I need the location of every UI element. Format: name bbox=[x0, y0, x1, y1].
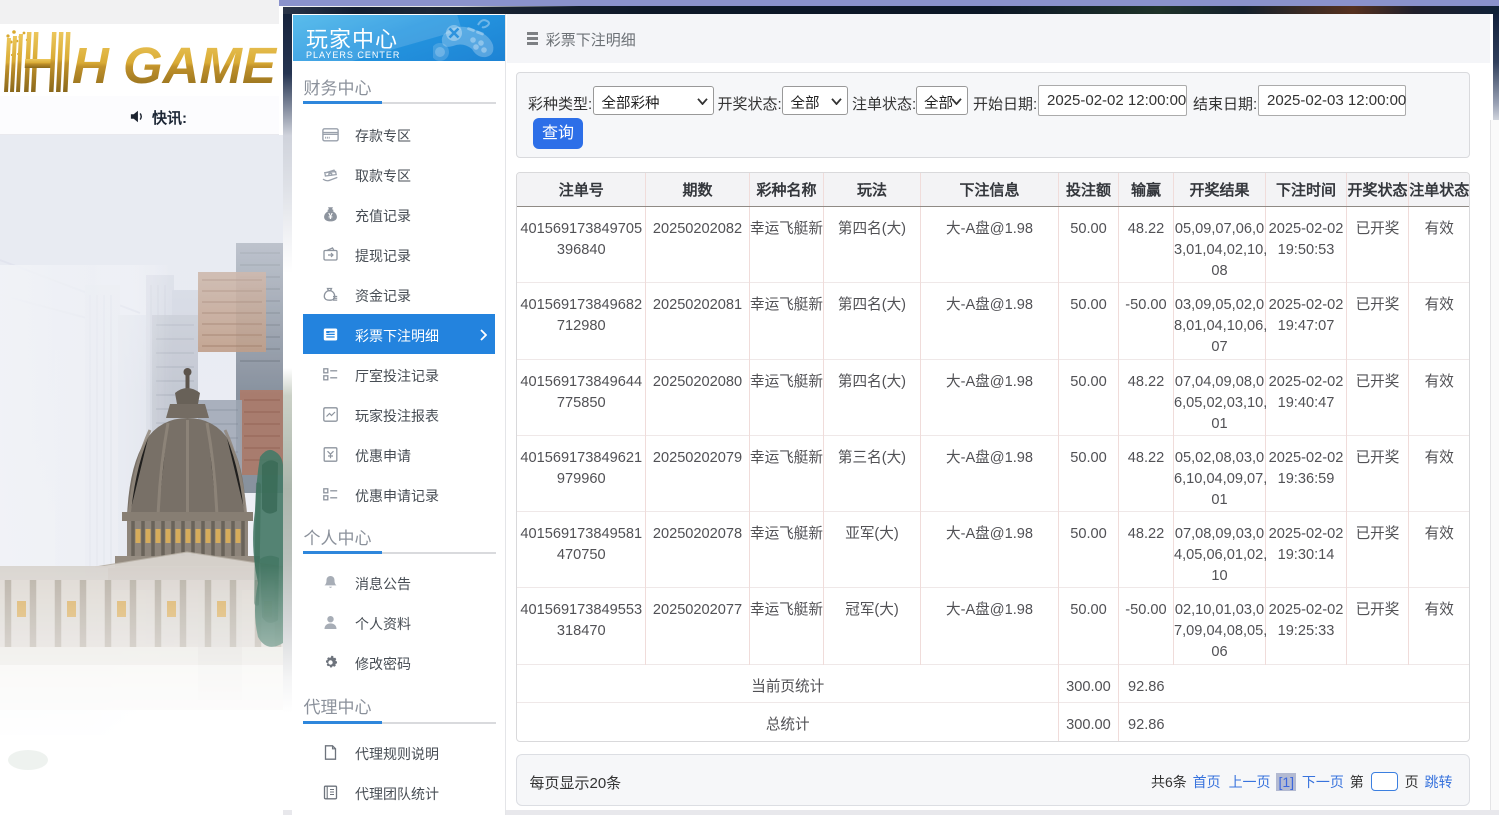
svg-text:¥: ¥ bbox=[328, 212, 333, 221]
svg-text:H GAME: H GAME bbox=[72, 37, 278, 94]
